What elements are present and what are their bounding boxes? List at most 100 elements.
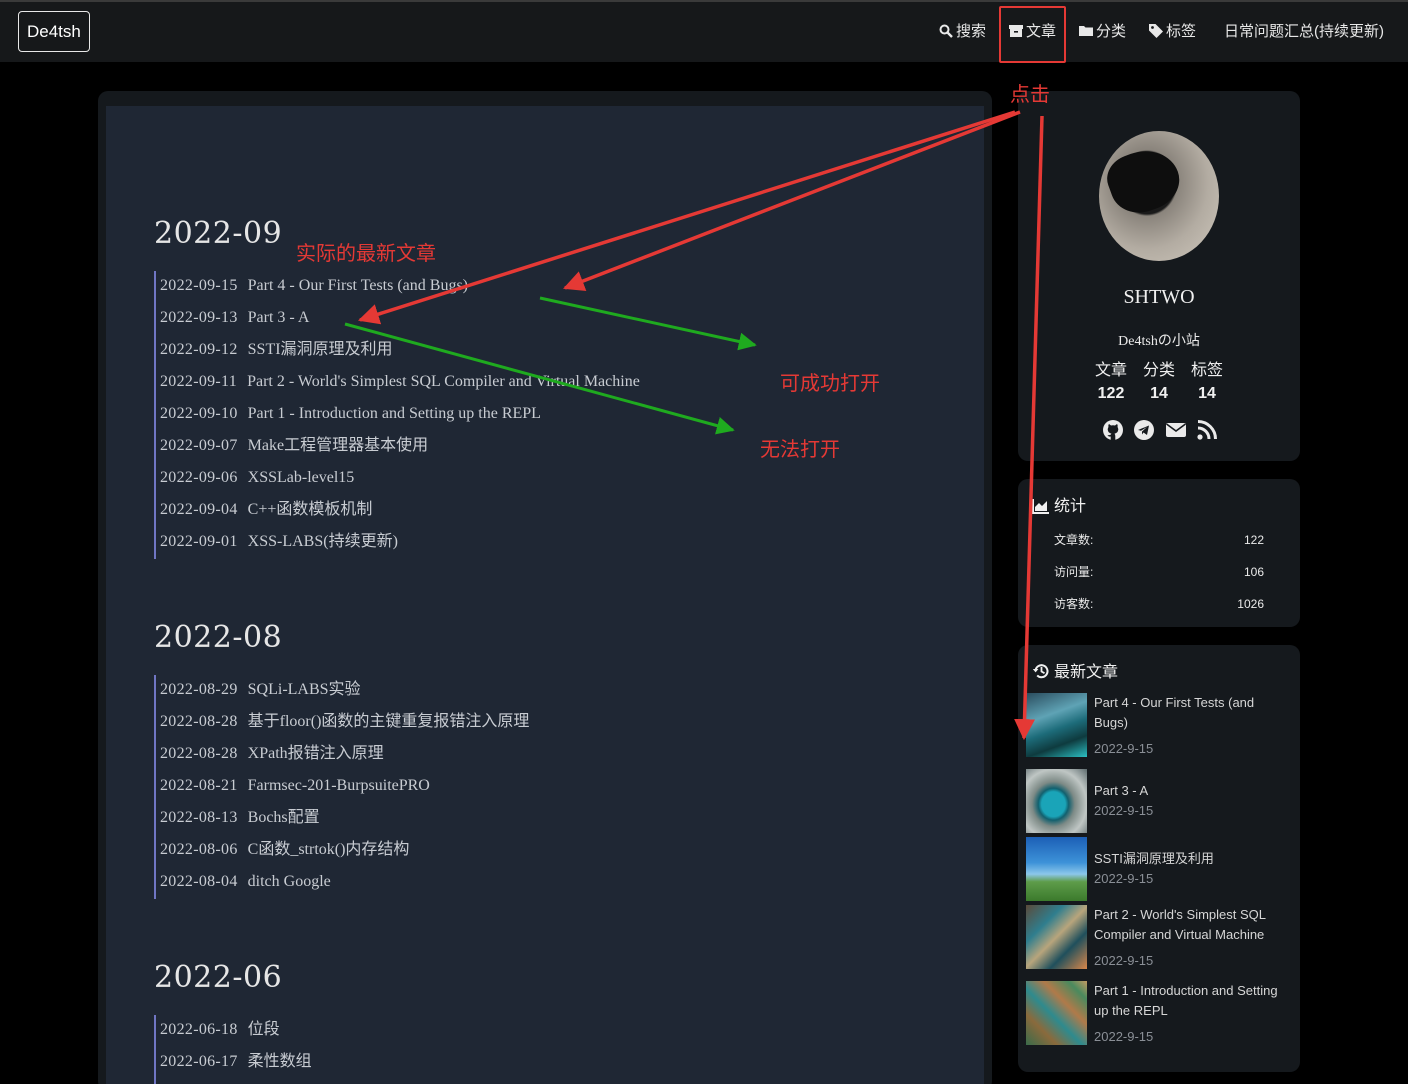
site-stat-row: 文章数: 122 (1054, 531, 1266, 549)
archive-item[interactable]: 2022-09-04 C++函数模板机制 (160, 498, 372, 522)
recent-post-thumbnail[interactable] (1026, 693, 1087, 757)
archive-item[interactable]: 2022-08-06 C函数_strtok()内存结构 (160, 838, 409, 862)
recent-post-date: 2022-9-15 (1094, 871, 1154, 886)
site-stat-row: 访问量: 106 (1054, 563, 1266, 581)
archive-item-date: 2022-08-06 (160, 841, 238, 858)
archive-item-title[interactable]: 位段 (248, 1021, 280, 1038)
nav-tags[interactable]: 标签 (1149, 20, 1196, 44)
stat-value: 14 (1150, 385, 1168, 402)
archive-item[interactable]: 2022-08-28 基于floor()函数的主键重复报错注入原理 (160, 710, 529, 734)
recent-post-title[interactable]: Part 3 - A (1094, 781, 1290, 801)
archive-item-title[interactable]: Bochs配置 (248, 809, 320, 826)
site-stat-label: 文章数: (1054, 533, 1094, 547)
archive-item[interactable]: 2022-08-28 XPath报错注入原理 (160, 742, 384, 766)
nav-search[interactable]: 搜索 (939, 20, 986, 44)
archive-item-date: 2022-08-29 (160, 681, 238, 698)
archive-item-title[interactable]: Part 2 - World's Simplest SQL Compiler a… (247, 373, 640, 390)
archive-item[interactable]: 2022-09-11 Part 2 - World's Simplest SQL … (160, 370, 640, 394)
archive-item[interactable]: 2022-09-12 SSTI漏洞原理及利用 (160, 338, 393, 362)
site-stat-value: 122 (1243, 533, 1264, 547)
avatar[interactable] (1099, 131, 1219, 261)
archive-item-date: 2022-08-21 (160, 777, 238, 794)
recent-post-item[interactable]: SSTI漏洞原理及利用 2022-9-15 (1026, 837, 1290, 901)
archive-item[interactable]: 2022-08-29 SQLi-LABS实验 (160, 678, 361, 702)
archive-item-title[interactable]: SSTI漏洞原理及利用 (248, 341, 393, 358)
profile-stat-tags[interactable]: 标签 14 (1182, 361, 1232, 407)
recent-post-thumbnail[interactable] (1026, 837, 1087, 901)
archive-item-date: 2022-08-28 (160, 745, 238, 762)
archive-item-title[interactable]: Part 3 - A (248, 309, 310, 326)
recent-post-item[interactable]: Part 1 - Introduction and Setting up the… (1026, 981, 1290, 1045)
recent-post-item[interactable]: Part 3 - A 2022-9-15 (1026, 769, 1290, 833)
folder-icon (1079, 26, 1093, 36)
nav-categories-label: 分类 (1096, 23, 1127, 40)
telegram-icon[interactable] (1133, 419, 1155, 441)
archive-item-title[interactable]: Part 4 - Our First Tests (and Bugs) (248, 277, 468, 294)
navbar: De4tsh 搜索 文章 分类 标签 日常问题汇总(持续更新) (0, 2, 1408, 62)
recent-post-item[interactable]: Part 4 - Our First Tests (and Bugs) 2022… (1026, 693, 1290, 757)
archive-item-date: 2022-09-13 (160, 309, 238, 326)
annotation-highlight-box (999, 6, 1066, 63)
archive-item[interactable]: 2022-06-17 柔性数组 (160, 1050, 312, 1074)
archive-item[interactable]: 2022-09-01 XSS-LABS(持续更新) (160, 530, 398, 554)
archive-item-title[interactable]: XSSLab-level15 (248, 469, 355, 486)
archive-item-date: 2022-09-06 (160, 469, 238, 486)
recent-post-title[interactable]: SSTI漏洞原理及利用 (1094, 849, 1290, 869)
profile-stat-posts[interactable]: 文章 122 (1086, 361, 1136, 407)
archive-item[interactable]: 2022-08-21 Farmsec-201-BurpsuitePRO (160, 774, 430, 798)
annotation-click-label: 点击 (1010, 84, 1050, 106)
recent-posts-title-label: 最新文章 (1054, 664, 1119, 681)
archive-item[interactable]: 2022-09-07 Make工程管理器基本使用 (160, 434, 428, 458)
github-icon[interactable] (1102, 419, 1124, 441)
site-stat-label: 访客数: (1054, 597, 1094, 611)
nav-faq[interactable]: 日常问题汇总(持续更新) (1224, 20, 1384, 44)
recent-post-title[interactable]: Part 1 - Introduction and Setting up the… (1094, 981, 1290, 1021)
nav-tags-label: 标签 (1166, 23, 1197, 40)
archive-item[interactable]: 2022-08-04 ditch Google (160, 870, 331, 894)
site-stats-title: 统计 (1032, 496, 1086, 518)
archive-item-date: 2022-08-13 (160, 809, 238, 826)
recent-post-date: 2022-9-15 (1094, 803, 1154, 818)
archive-item-title[interactable]: ditch Google (248, 873, 331, 890)
recent-post-thumbnail[interactable] (1026, 981, 1087, 1045)
archive-item-title[interactable]: Part 1 - Introduction and Setting up the… (248, 405, 541, 422)
archive-item-title[interactable]: Farmsec-201-BurpsuitePRO (248, 777, 430, 794)
mail-icon[interactable] (1165, 419, 1187, 441)
archive-year-heading: 2022-08 (154, 620, 283, 655)
recent-post-thumbnail[interactable] (1026, 905, 1087, 969)
archive-item-title[interactable]: XPath报错注入原理 (248, 745, 384, 762)
profile-stat-categories[interactable]: 分类 14 (1134, 361, 1184, 407)
archive-item-title[interactable]: 柔性数组 (248, 1053, 312, 1070)
archive-item-title[interactable]: C函数_strtok()内存结构 (248, 841, 410, 858)
archive-item[interactable]: 2022-09-06 XSSLab-level15 (160, 466, 354, 490)
stat-value: 122 (1097, 385, 1125, 402)
nav-categories[interactable]: 分类 (1079, 20, 1126, 44)
archive-item[interactable]: 2022-08-13 Bochs配置 (160, 806, 320, 830)
recent-post-thumbnail[interactable] (1026, 769, 1087, 833)
nav-faq-label: 日常问题汇总(持续更新) (1224, 23, 1384, 40)
recent-post-item[interactable]: Part 2 - World's Simplest SQL Compiler a… (1026, 905, 1290, 969)
archive-item-title[interactable]: C++函数模板机制 (248, 501, 373, 518)
archive-year-heading: 2022-09 (154, 216, 283, 251)
archive-item-date: 2022-09-10 (160, 405, 238, 422)
archive-year-heading: 2022-06 (154, 960, 283, 995)
recent-post-date: 2022-9-15 (1094, 741, 1154, 756)
recent-post-title[interactable]: Part 2 - World's Simplest SQL Compiler a… (1094, 905, 1290, 945)
archive-item-title[interactable]: 基于floor()函数的主键重复报错注入原理 (248, 713, 530, 730)
archive-item-date: 2022-09-04 (160, 501, 238, 518)
archive-item-title[interactable]: SQLi-LABS实验 (248, 681, 361, 698)
annotation-opens-ok-label: 可成功打开 (780, 373, 880, 395)
site-stat-value: 1026 (1237, 597, 1264, 611)
nav-search-label: 搜索 (956, 23, 987, 40)
archive-item-title[interactable]: XSS-LABS(持续更新) (248, 533, 398, 550)
recent-post-title[interactable]: Part 4 - Our First Tests (and Bugs) (1094, 693, 1290, 733)
site-brand[interactable]: De4tsh (18, 11, 90, 52)
archive-item[interactable]: 2022-09-10 Part 1 - Introduction and Sett… (160, 402, 541, 426)
archive-item[interactable]: 2022-09-13 Part 3 - A (160, 306, 309, 330)
stat-label: 标签 (1190, 362, 1223, 379)
archive-item-title[interactable]: Make工程管理器基本使用 (248, 437, 428, 454)
archive-item[interactable]: 2022-09-15 Part 4 - Our First Tests (and … (160, 274, 468, 298)
archive-item[interactable]: 2022-06-18 位段 (160, 1018, 280, 1042)
rss-icon[interactable] (1196, 419, 1218, 441)
stat-label: 分类 (1142, 362, 1175, 379)
